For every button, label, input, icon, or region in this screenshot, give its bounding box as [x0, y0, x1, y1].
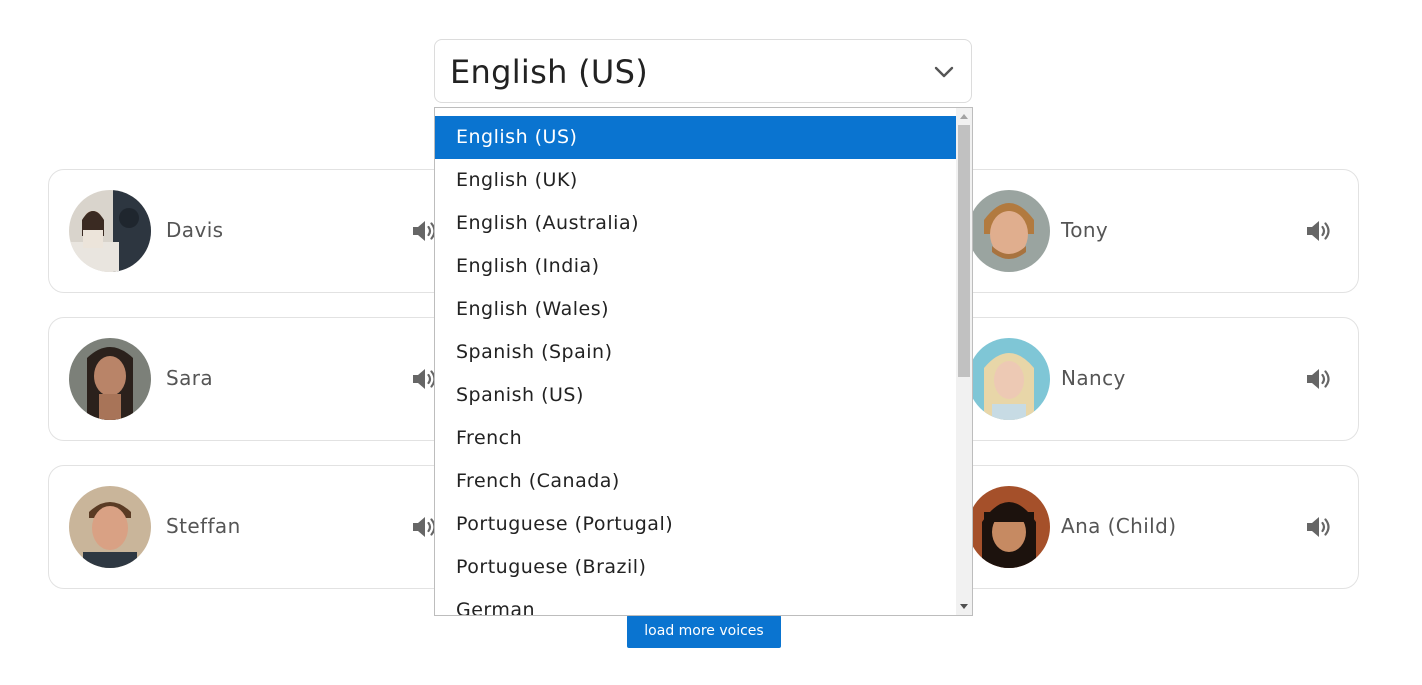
voice-name: Davis: [166, 218, 224, 242]
voice-name: Sara: [166, 366, 214, 390]
language-option[interactable]: English (UK): [435, 159, 957, 202]
voice-card-davis[interactable]: Davis: [48, 169, 468, 293]
language-option[interactable]: English (Wales): [435, 288, 957, 331]
voice-name: Steffan: [166, 514, 241, 538]
chevron-down-icon: [934, 66, 954, 78]
avatar: [69, 338, 151, 420]
speaker-icon[interactable]: [1304, 365, 1332, 393]
language-option[interactable]: Portuguese (Portugal): [435, 503, 957, 546]
scroll-down-arrow-icon[interactable]: [960, 604, 968, 609]
language-select[interactable]: English (US): [434, 39, 972, 103]
avatar: [968, 190, 1050, 272]
language-option[interactable]: Portuguese (Brazil): [435, 546, 957, 589]
voice-name: Ana (Child): [1061, 514, 1177, 538]
avatar: [968, 486, 1050, 568]
voice-card-ana-child[interactable]: Ana (Child): [940, 465, 1359, 589]
voice-name: Tony: [1061, 218, 1109, 242]
language-option[interactable]: French: [435, 417, 957, 460]
language-option[interactable]: English (US): [435, 116, 957, 159]
dropdown-scrollbar[interactable]: [956, 108, 972, 615]
avatar: [69, 190, 151, 272]
load-more-voices-button[interactable]: load more voices: [627, 615, 781, 648]
voice-name: Nancy: [1061, 366, 1126, 390]
language-option[interactable]: English (India): [435, 245, 957, 288]
voice-card-steffan[interactable]: Steffan: [48, 465, 468, 589]
language-options: English (US) English (UK) English (Austral…: [435, 116, 957, 615]
voice-card-sara[interactable]: Sara: [48, 317, 468, 441]
language-option[interactable]: Spanish (US): [435, 374, 957, 417]
speaker-icon[interactable]: [1304, 217, 1332, 245]
avatar: [968, 338, 1050, 420]
voice-card-tony[interactable]: Tony: [940, 169, 1359, 293]
language-option[interactable]: German: [435, 589, 957, 615]
language-option[interactable]: French (Canada): [435, 460, 957, 503]
scrollbar-thumb[interactable]: [958, 125, 970, 377]
scroll-up-arrow-icon[interactable]: [960, 114, 968, 119]
voice-card-nancy[interactable]: Nancy: [940, 317, 1359, 441]
avatar: [69, 486, 151, 568]
speaker-icon[interactable]: [1304, 513, 1332, 541]
language-select-value: English (US): [450, 53, 649, 91]
language-option[interactable]: English (Australia): [435, 202, 957, 245]
language-dropdown-list[interactable]: English (US) English (UK) English (Austral…: [434, 107, 973, 616]
language-option[interactable]: Spanish (Spain): [435, 331, 957, 374]
